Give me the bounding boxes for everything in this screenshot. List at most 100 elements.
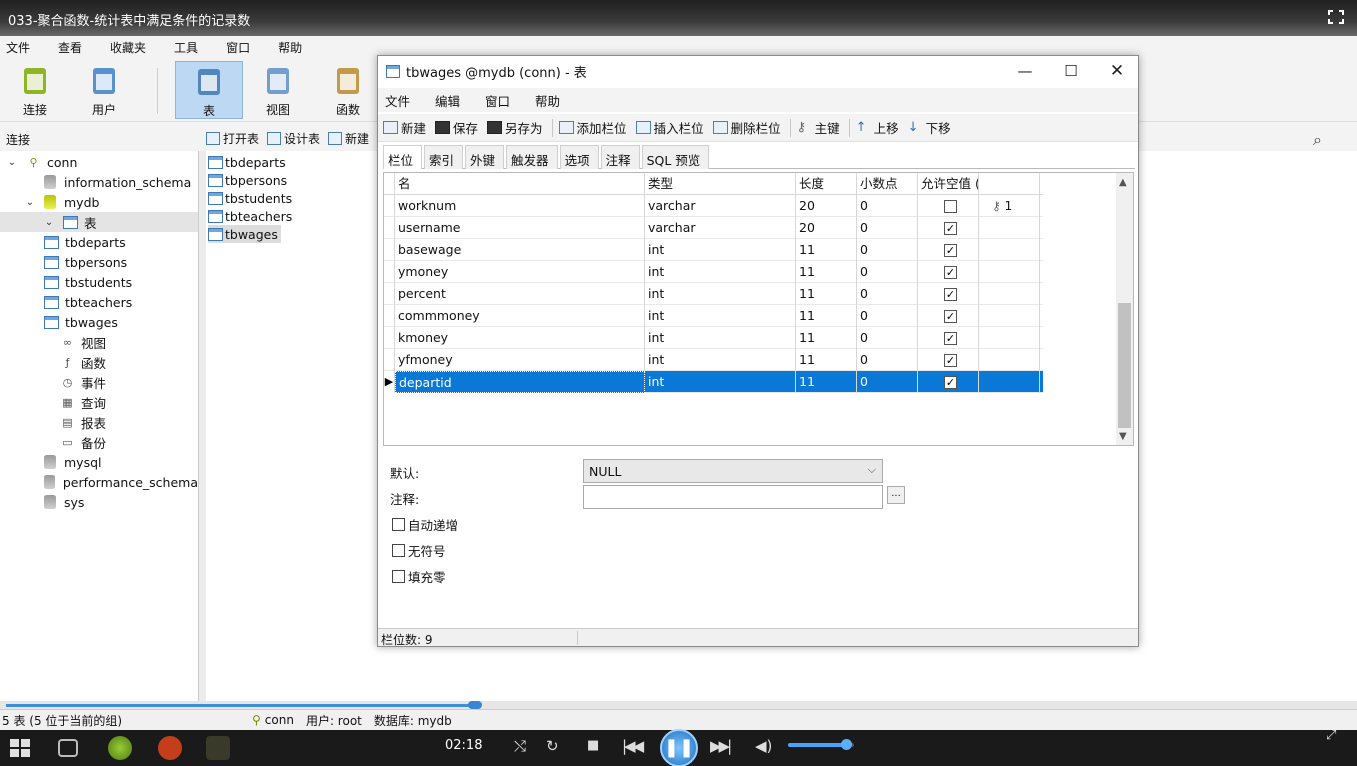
window-tool-delete-field-button[interactable]: 删除栏位 [712,118,781,137]
maximize-button[interactable]: ☐ [1048,56,1094,86]
previous-icon[interactable]: |◀◀ [622,737,644,755]
tree-item[interactable]: tbdeparts [0,232,198,252]
tree-item[interactable]: mysql [0,452,198,472]
tree-item[interactable]: sys [0,492,198,512]
field-key-cell[interactable]: ⚷ 1 [979,195,1040,217]
table-row[interactable]: worknum varchar 20 0 ⚷ 1 [384,195,1043,217]
tree-item[interactable]: ƒ 函数 [0,352,198,372]
menu-item[interactable]: 帮助 [272,39,314,56]
tree-item[interactable]: ⌄ ⚲ conn [0,152,198,172]
volume-slider[interactable] [788,739,854,750]
tab-0[interactable]: 栏位 [383,145,423,169]
tab-6[interactable]: SQL 预览 [641,145,710,169]
tree-item[interactable]: ▭ 备份 [0,432,198,452]
fields-grid[interactable]: 名类型 长度 小数点 允许空值 (worknum varchar 20 0 ⚷ 1 userna… [383,172,1134,446]
window-tool-key-button[interactable]: ⚷ 主键 [797,118,840,137]
toolbar-view-button[interactable]: 视图 [244,61,312,119]
window-tool-new-button[interactable]: 新建 [383,118,426,137]
volume-knob[interactable] [841,739,853,750]
grid-header-cell[interactable]: 类型 [645,173,796,195]
stop-icon[interactable]: ■ [587,738,599,753]
toolbar-table-button[interactable]: 表 [175,61,243,119]
table-row[interactable]: basewage int 11 0 ✓ [384,239,1043,261]
field-type-cell[interactable]: int [645,349,796,371]
grid-header-cell[interactable]: 长度 [796,173,857,195]
field-type-cell[interactable]: varchar [645,217,796,239]
field-nullable-cell[interactable]: ✓ [918,217,979,239]
close-button[interactable]: ✕ [1094,56,1140,86]
nullable-checkbox[interactable]: ✓ [944,266,957,279]
window-menu-item[interactable]: 窗口 [485,91,510,110]
field-dec-cell[interactable]: 0 [857,283,918,305]
table-list-item[interactable]: tbpersons [208,171,290,189]
tree-item[interactable]: tbstudents [0,272,198,292]
nullable-checkbox[interactable]: ✓ [944,310,957,323]
field-dec-cell[interactable]: 0 [857,327,918,349]
scroll-down-icon[interactable]: ▼ [1119,431,1127,442]
tree-item[interactable]: ⌄ mydb [0,192,198,212]
window-tool-arrow-down-button[interactable]: ↓ 下移 [908,118,951,137]
grid-header-cell[interactable] [979,173,1040,195]
field-len-cell[interactable]: 11 [796,283,857,305]
next-icon[interactable]: ▶▶| [710,737,732,755]
tree-item[interactable]: ∞ 视图 [0,332,198,352]
object-toolbar-button[interactable]: 打开表 [206,130,259,147]
table-row[interactable]: username varchar 20 0 ✓ [384,217,1043,239]
field-nullable-cell[interactable]: ✓ [918,283,979,305]
window-menu-item[interactable]: 文件 [385,91,410,110]
table-list-item[interactable]: tbteachers [208,207,295,225]
video-progress-bar[interactable] [0,701,1357,709]
fullscreen-icon[interactable] [1327,9,1345,25]
navicat-taskbar-icon[interactable] [108,736,132,760]
field-dec-cell[interactable]: 0 [857,349,918,371]
field-len-cell[interactable]: 11 [796,305,857,327]
tab-5[interactable]: 注释 [600,145,640,169]
volume-icon[interactable]: ◀) [755,737,772,755]
tree-item[interactable]: performance_schema [0,472,198,492]
field-key-cell[interactable] [979,283,1040,305]
nullable-checkbox[interactable]: ✓ [944,354,957,367]
field-nullable-cell[interactable]: ✓ [918,261,979,283]
field-name-cell[interactable]: worknum [395,195,645,217]
shuffle-icon[interactable]: ⤭ [514,737,526,755]
field-key-cell[interactable] [979,217,1040,239]
comment-input[interactable] [583,485,883,509]
nullable-checkbox[interactable]: ✓ [944,376,957,389]
field-dec-cell[interactable]: 0 [857,371,918,393]
field-key-cell[interactable] [979,327,1040,349]
field-type-cell[interactable]: int [645,327,796,349]
grid-vscrollbar[interactable]: ▲ ▼ [1116,173,1133,445]
menu-item[interactable]: 收藏夹 [104,39,158,56]
field-len-cell[interactable]: 11 [796,371,857,393]
chevron-down-icon[interactable]: ⌄ [43,217,55,228]
field-name-cell[interactable]: percent [395,283,645,305]
comment-more-button[interactable]: ... [887,486,905,504]
connection-tree[interactable]: ⌄ ⚲ conn information_schema ⌄ mydb ⌄ 表 tbdeparts… [0,151,199,707]
window-titlebar[interactable]: tbwages @mydb (conn) - 表 — ☐ ✕ [378,56,1138,86]
field-key-cell[interactable] [979,239,1040,261]
app-taskbar-icon[interactable] [206,736,230,760]
grid-header-cell[interactable]: 名 [395,173,645,195]
table-list-item[interactable]: tbdeparts [208,153,289,171]
field-dec-cell[interactable]: 0 [857,195,918,217]
object-toolbar-button[interactable]: 设计表 [267,130,320,147]
window-tool-save-button[interactable]: 保存 [435,118,478,137]
window-tool-add-field-button[interactable]: 添加栏位 [558,118,627,137]
video-progress-knob[interactable] [468,701,482,709]
menu-item[interactable]: 窗口 [220,39,262,56]
table-row[interactable]: ▶ departid int 11 0 ✓ [384,371,1043,393]
field-len-cell[interactable]: 11 [796,349,857,371]
nullable-checkbox[interactable]: ✓ [944,222,957,235]
table-row[interactable]: commmoney int 11 0 ✓ [384,305,1043,327]
field-name-cell[interactable]: yfmoney [395,349,645,371]
tree-item[interactable]: information_schema [0,172,198,192]
tree-item[interactable]: ◷ 事件 [0,372,198,392]
windows-start-icon[interactable] [10,739,30,757]
checkbox-box[interactable] [392,544,405,557]
field-len-cell[interactable]: 20 [796,195,857,217]
powerpoint-taskbar-icon[interactable] [158,736,182,760]
table-row[interactable]: yfmoney int 11 0 ✓ [384,349,1043,371]
field-type-cell[interactable]: int [645,239,796,261]
window-menu-item[interactable]: 帮助 [535,91,560,110]
field-key-cell[interactable] [979,349,1040,371]
